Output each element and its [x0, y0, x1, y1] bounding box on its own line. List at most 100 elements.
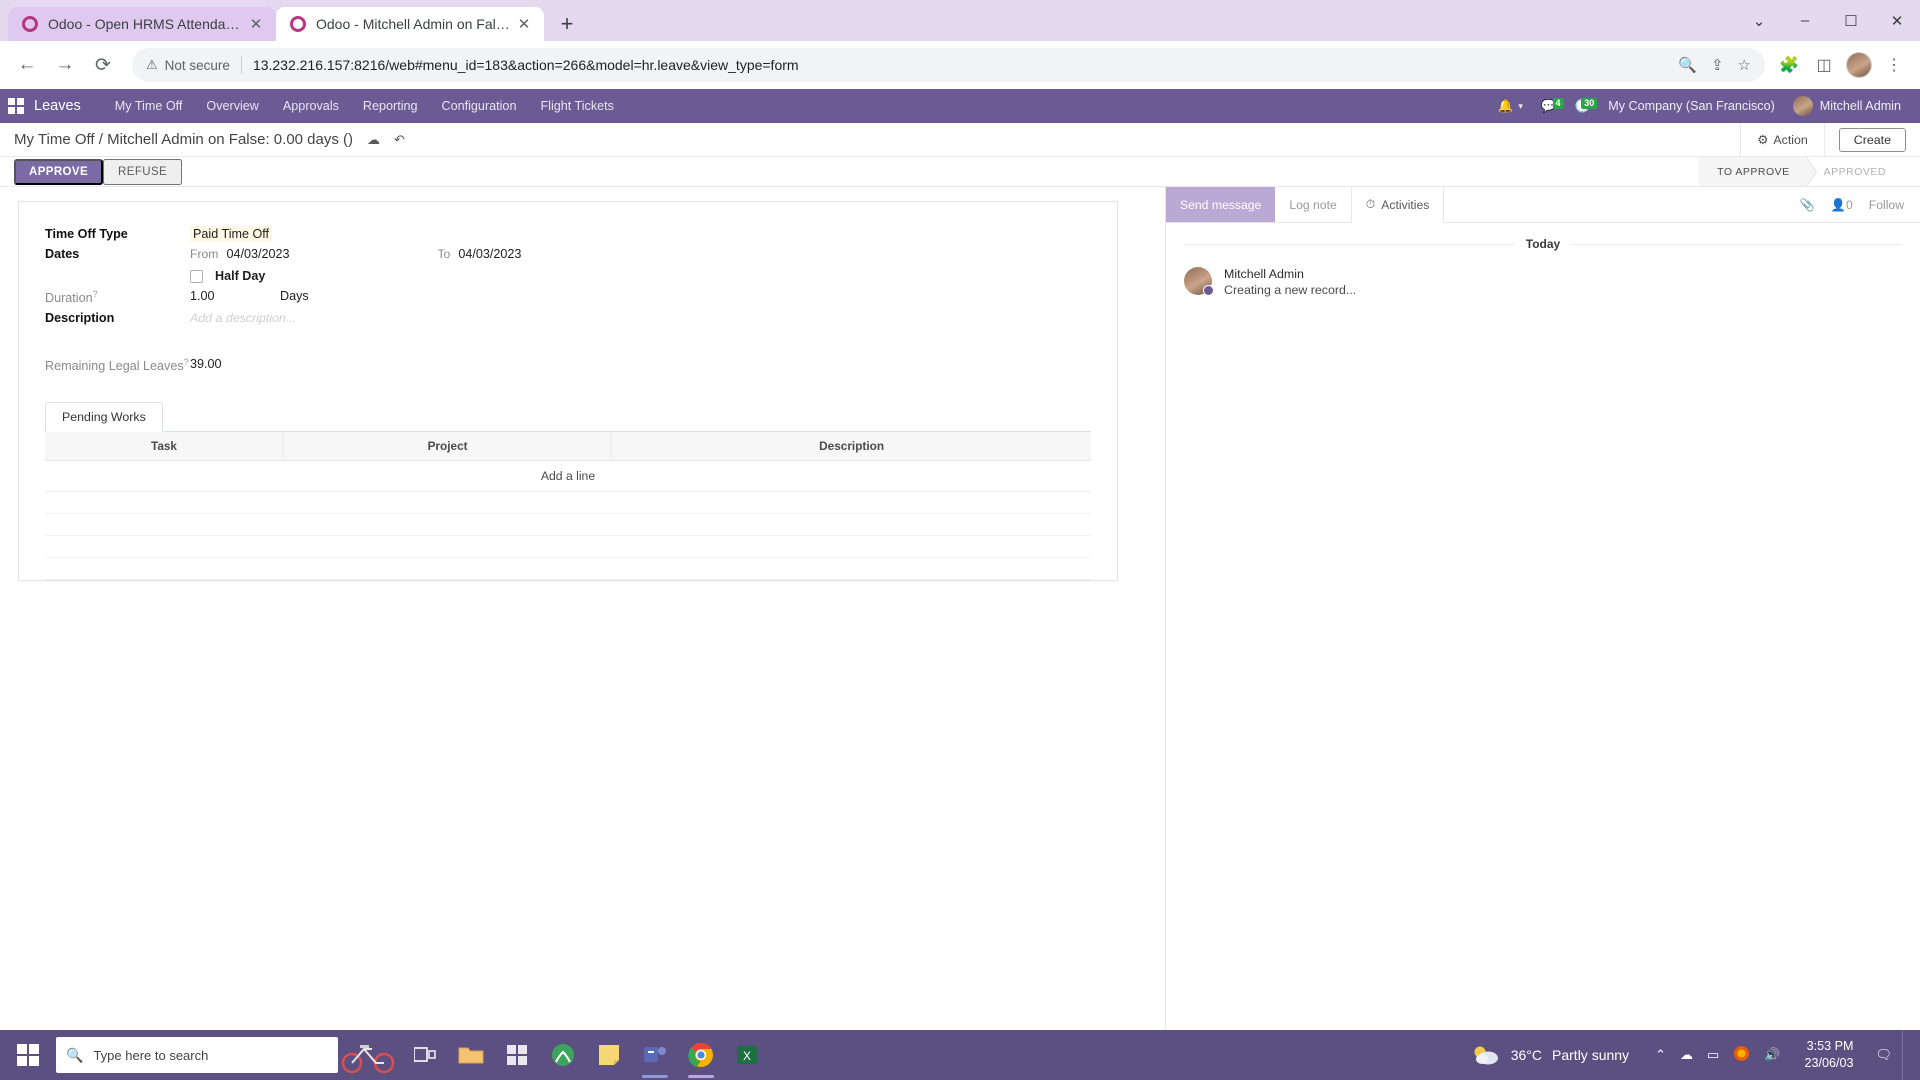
- send-message-button[interactable]: Send message: [1166, 187, 1276, 222]
- battery-icon[interactable]: ▭: [1707, 1047, 1719, 1063]
- column-project[interactable]: Project: [283, 432, 613, 462]
- description-input[interactable]: Add a description...: [190, 311, 296, 325]
- tray-chevron-up-icon[interactable]: ⌃: [1655, 1047, 1666, 1063]
- maximize-button[interactable]: ☐: [1828, 0, 1874, 41]
- column-task[interactable]: Task: [45, 432, 284, 462]
- new-tab-button[interactable]: +: [550, 7, 584, 41]
- create-button[interactable]: Create: [1838, 127, 1906, 152]
- half-day-checkbox[interactable]: [190, 269, 203, 283]
- activities-count-badge: 30: [1581, 97, 1598, 109]
- menu-kebab-icon[interactable]: ⋮: [1878, 49, 1910, 81]
- pending-works-table: Task Project Description Add a line: [45, 432, 1091, 581]
- day-separator-label: Today: [1513, 237, 1573, 251]
- cloud-save-icon[interactable]: ☁: [367, 132, 380, 148]
- help-icon[interactable]: ?: [93, 289, 98, 299]
- notification-icon[interactable]: 🗨: [1865, 1047, 1902, 1063]
- app-brand[interactable]: Leaves: [34, 98, 81, 114]
- add-line-row[interactable]: Add a line: [45, 460, 1091, 493]
- close-icon[interactable]: ✕: [514, 14, 534, 34]
- chrome-icon[interactable]: [678, 1030, 724, 1080]
- system-tray: ⌃ ☁ ▭ 🔊: [1643, 1045, 1792, 1065]
- clock-date: 23/06/03: [1804, 1056, 1854, 1070]
- column-description[interactable]: Description: [611, 432, 1091, 462]
- close-window-button[interactable]: ✕: [1874, 0, 1920, 41]
- browser-tab-2[interactable]: Odoo - Mitchell Admin on False: ✕: [276, 7, 544, 41]
- user-menu[interactable]: Mitchell Admin: [1784, 96, 1910, 116]
- show-desktop-button[interactable]: [1902, 1030, 1910, 1080]
- half-day-label: Half Day: [215, 269, 266, 283]
- menu-approvals[interactable]: Approvals: [271, 89, 351, 123]
- minimize-button[interactable]: –: [1782, 0, 1828, 41]
- odoo-status-bar: APPROVE REFUSE TO APPROVE APPROVED: [0, 157, 1920, 187]
- start-button[interactable]: [0, 1044, 56, 1066]
- weather-widget[interactable]: 36°C Partly sunny: [1457, 1043, 1643, 1067]
- tab-pending-works[interactable]: Pending Works: [45, 402, 163, 433]
- gear-icon: ⚙: [1757, 133, 1769, 147]
- refuse-button[interactable]: REFUSE: [103, 158, 183, 185]
- message-body: Creating a new record...: [1224, 283, 1357, 297]
- undo-discard-icon[interactable]: ↶: [394, 132, 405, 148]
- sidepanel-icon[interactable]: ◫: [1808, 49, 1840, 81]
- record-actions: ☁ ↶: [367, 132, 405, 148]
- menu-overview[interactable]: Overview: [194, 89, 270, 123]
- microsoft-store-icon[interactable]: [494, 1030, 540, 1080]
- dates-label: Dates: [45, 247, 80, 261]
- file-explorer-icon[interactable]: [448, 1030, 494, 1080]
- followers-counter[interactable]: 👤0: [1831, 198, 1853, 212]
- teams-icon[interactable]: [632, 1030, 678, 1080]
- company-switcher[interactable]: My Company (San Francisco): [1599, 99, 1784, 113]
- extensions-icon[interactable]: 🧩: [1773, 49, 1805, 81]
- firefox-icon[interactable]: [1733, 1045, 1750, 1065]
- search-input[interactable]: 🔍 Type here to search: [56, 1037, 338, 1073]
- notifications-menu[interactable]: 🔔 ▾: [1489, 99, 1532, 114]
- task-view-icon[interactable]: [402, 1030, 448, 1080]
- schedule-activity-button[interactable]: ⏱ Activities: [1350, 187, 1445, 223]
- add-a-line-link[interactable]: Add a line: [45, 460, 1091, 493]
- clock[interactable]: 3:53 PM 23/06/03: [1792, 1038, 1865, 1072]
- excel-icon[interactable]: X: [724, 1030, 770, 1080]
- log-note-button[interactable]: Log note: [1275, 187, 1350, 222]
- browser-window: Odoo - Open HRMS Attendance ✕ Odoo - Mit…: [0, 0, 1920, 1030]
- time-off-type-value[interactable]: Paid Time Off: [190, 226, 273, 242]
- field-row-duration: Duration? 1.00 Days: [45, 286, 1091, 308]
- help-icon[interactable]: ?: [184, 357, 189, 367]
- forward-icon[interactable]: →: [48, 48, 82, 82]
- reload-icon[interactable]: ⟳: [86, 48, 120, 82]
- browser-tab-1[interactable]: Odoo - Open HRMS Attendance ✕: [8, 7, 276, 41]
- sticky-notes-icon[interactable]: [586, 1030, 632, 1080]
- stage-approved[interactable]: APPROVED: [1806, 157, 1902, 186]
- day-separator: Today: [1184, 237, 1902, 251]
- menu-reporting[interactable]: Reporting: [351, 89, 430, 123]
- stage-to-approve[interactable]: TO APPROVE: [1699, 157, 1817, 187]
- approve-button[interactable]: APPROVE: [14, 158, 104, 185]
- duration-value[interactable]: 1.00: [190, 289, 215, 303]
- menu-configuration[interactable]: Configuration: [430, 89, 529, 123]
- security-indicator[interactable]: ⚠ Not secure: [146, 57, 230, 73]
- profile-avatar[interactable]: [1843, 49, 1875, 81]
- search-icon[interactable]: 🔍: [1678, 56, 1697, 74]
- menu-flight-tickets[interactable]: Flight Tickets: [528, 89, 625, 123]
- share-icon[interactable]: ⇪: [1711, 56, 1724, 74]
- close-icon[interactable]: ✕: [246, 14, 266, 34]
- cloud-icon[interactable]: ☁: [1680, 1047, 1693, 1063]
- address-bar[interactable]: ⚠ Not secure 13.232.216.157:8216/web#men…: [132, 48, 1765, 82]
- xbox-icon[interactable]: [540, 1030, 586, 1080]
- menu-my-time-off[interactable]: My Time Off: [103, 89, 195, 123]
- date-to-input[interactable]: 04/03/2023: [458, 247, 521, 261]
- follow-button[interactable]: Follow: [1869, 198, 1904, 212]
- paperclip-icon[interactable]: 📎: [1800, 198, 1815, 212]
- back-icon[interactable]: ←: [10, 48, 44, 82]
- field-spacer: [45, 328, 1091, 354]
- chatter-message: Mitchell Admin Creating a new record...: [1184, 267, 1902, 297]
- followers-count: 0: [1846, 197, 1853, 212]
- odoo-navbar: Leaves My Time Off Overview Approvals Re…: [0, 89, 1920, 123]
- apps-grid-icon[interactable]: [8, 98, 24, 114]
- chevron-down-icon[interactable]: ⌄: [1736, 0, 1782, 41]
- star-icon[interactable]: ☆: [1738, 56, 1751, 74]
- activities-menu[interactable]: 🕐 30: [1566, 97, 1600, 114]
- date-from-input[interactable]: 04/03/2023: [226, 247, 289, 261]
- speaker-icon[interactable]: 🔊: [1764, 1047, 1780, 1063]
- search-illustration: [338, 1033, 402, 1077]
- action-menu-button[interactable]: ⚙ Action: [1740, 123, 1824, 156]
- messaging-menu[interactable]: 💬 4: [1532, 97, 1566, 114]
